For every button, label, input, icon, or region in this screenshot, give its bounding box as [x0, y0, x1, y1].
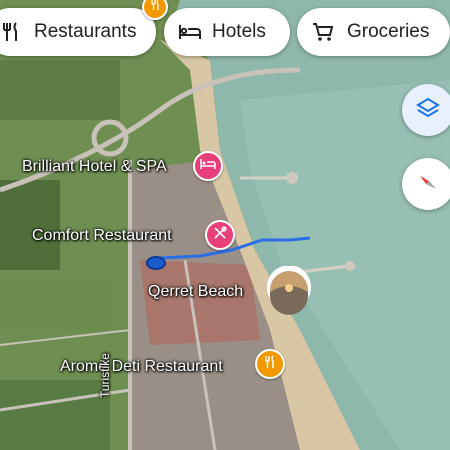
restaurant-icon — [263, 354, 277, 374]
hotel-icon — [200, 157, 216, 176]
filter-chip-label: Hotels — [212, 21, 266, 42]
restaurant-icon — [0, 21, 22, 43]
restaurant-pin-arome[interactable] — [255, 349, 285, 379]
compass-button[interactable] — [402, 158, 450, 210]
compass-icon — [416, 170, 440, 199]
shopping-cart-icon — [311, 21, 335, 43]
current-location-dot — [146, 256, 166, 270]
filter-chip-groceries[interactable]: Groceries — [297, 8, 450, 56]
restaurant-icon — [149, 0, 161, 16]
road-label: Turistike — [98, 353, 112, 398]
place-label-arome-deti[interactable]: Aromë Deti Restaurant — [60, 358, 223, 376]
photo-icon[interactable] — [265, 265, 313, 318]
map-view[interactable]: Restaurants Hotels Groceries Brilliant H… — [0, 0, 450, 450]
place-label-comfort-restaurant[interactable]: Comfort Restaurant — [32, 227, 172, 245]
filter-chip-label: Restaurants — [34, 21, 137, 42]
place-label-brilliant-hotel[interactable]: Brilliant Hotel & SPA — [22, 158, 167, 176]
filter-chip-hotels[interactable]: Hotels — [164, 8, 290, 56]
hotel-icon — [178, 21, 202, 43]
layers-icon — [415, 95, 441, 126]
filter-chip-label: Groceries — [347, 21, 430, 42]
layers-button[interactable] — [402, 84, 450, 136]
place-label-qerret-beach[interactable]: Qerret Beach — [148, 283, 243, 301]
restaurant-pin-comfort[interactable] — [205, 220, 235, 250]
hotel-pin[interactable] — [193, 151, 223, 181]
filter-chip-restaurants[interactable]: Restaurants — [0, 8, 156, 56]
restaurant-icon — [212, 225, 228, 246]
